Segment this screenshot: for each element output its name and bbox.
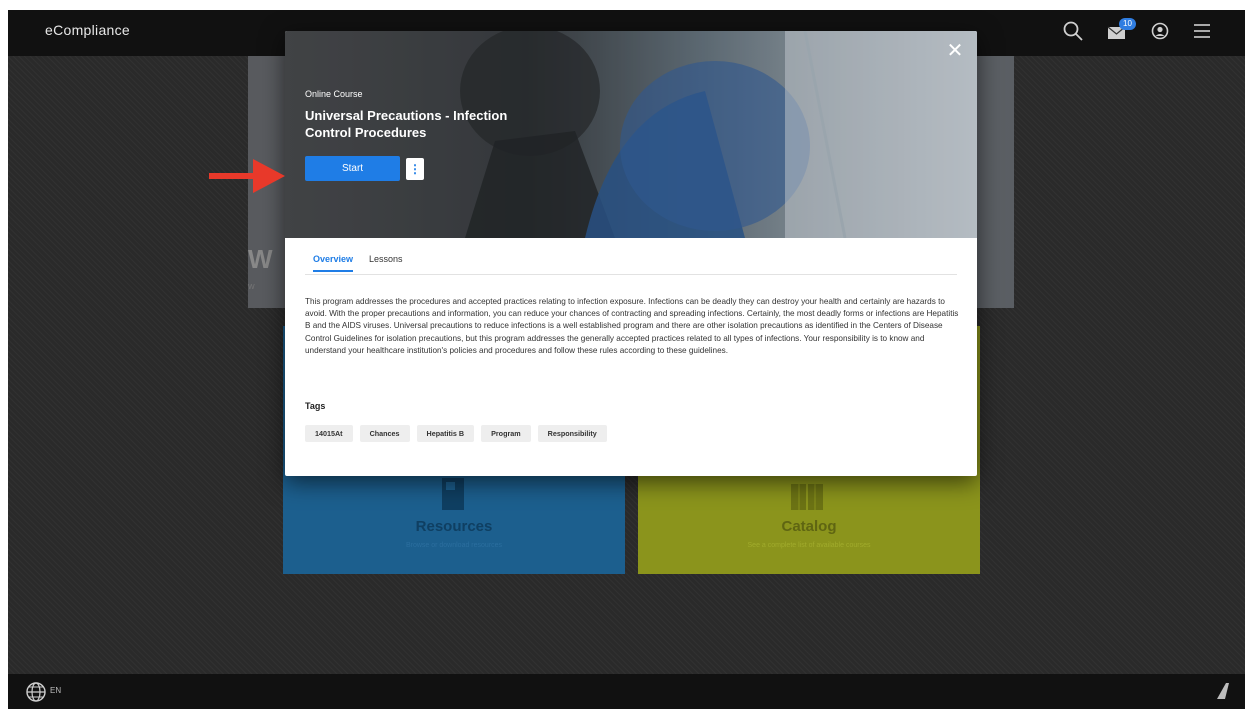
course-title: Universal Precautions - Infection Contro… [305,108,508,140]
tab-overview[interactable]: Overview [313,254,354,272]
course-tabs: Overview Lessons [305,252,957,275]
app-window: eCompliance 10 W W Resources Browse or d… [8,10,1245,709]
tag-chip[interactable]: Program [481,425,531,442]
tag-chip[interactable]: Hepatitis B [416,425,475,442]
bottom-bar: EN [8,674,1245,709]
tag-list: 14015At Chances Hepatitis B Program Responsi… [305,423,614,442]
brand-icon [1215,682,1231,705]
course-hero-image: ✕ Online Course Universal Precautions - … [285,31,977,238]
message-count-badge: 10 [1119,18,1136,30]
course-modal: ✕ Online Course Universal Precautions - … [285,31,977,476]
catalog-icon [787,478,827,519]
tag-chip[interactable]: 14015At [305,425,353,442]
menu-icon[interactable] [1191,20,1215,44]
catalog-subtitle: See a complete list of available courses [747,542,871,549]
user-icon[interactable] [1149,20,1173,44]
resources-icon [432,478,472,519]
more-options-button[interactable]: ⋮ [406,158,424,180]
tag-chip[interactable]: Responsibility [537,425,607,442]
resources-title: Resources [415,518,493,535]
arrow-icon [209,159,285,198]
app-logo[interactable]: eCompliance [45,22,130,38]
start-button[interactable]: Start [305,156,400,181]
course-type-label: Online Course [305,89,363,99]
search-icon[interactable] [1062,20,1086,44]
catalog-tile[interactable]: Catalog See a complete list of available… [638,468,980,574]
overview-description: This program addresses the procedures an… [305,297,959,355]
resources-tile[interactable]: Resources Browse or download resources [283,468,625,574]
tab-lessons[interactable]: Lessons [369,254,403,270]
tag-chip[interactable]: Chances [359,425,410,442]
mail-icon[interactable]: 10 [1106,18,1136,44]
close-button[interactable]: ✕ [943,39,967,63]
language-code[interactable]: EN [50,686,61,695]
tags-heading: Tags [305,401,326,411]
resources-subtitle: Browse or download resources [405,542,503,549]
catalog-title: Catalog [781,518,837,535]
globe-icon[interactable] [25,681,47,708]
banner-subtext: W [248,284,255,291]
banner-heading: W [248,244,273,274]
